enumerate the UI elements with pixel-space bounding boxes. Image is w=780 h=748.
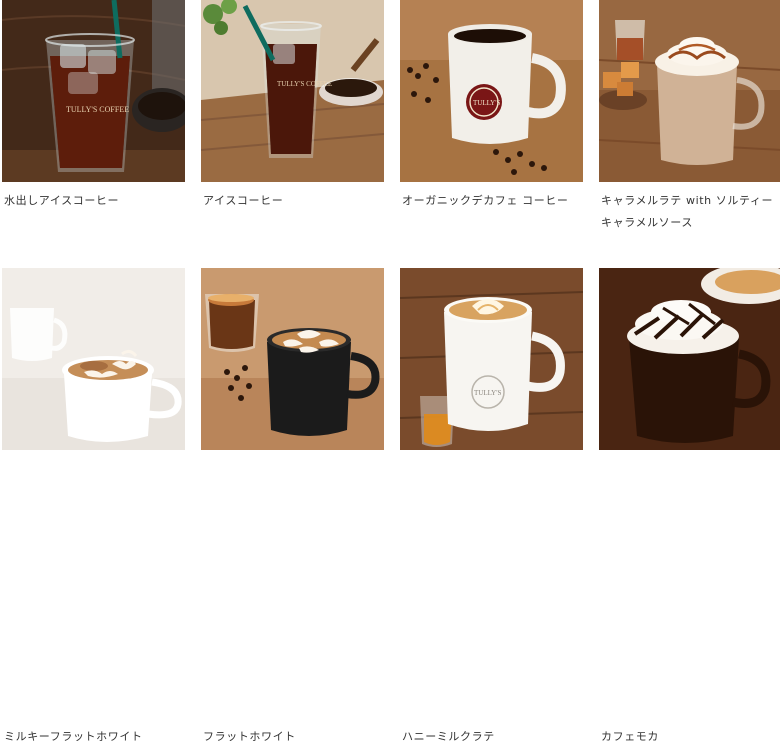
svg-text:TULLY'S COFFEE: TULLY'S COFFEE — [66, 105, 129, 114]
milky-flat-white-image[interactable] — [2, 268, 185, 450]
svg-text:TULLY'S COFFEE: TULLY'S COFFEE — [277, 80, 332, 88]
menu-item-label: オーガニックデカフェ コーヒー — [402, 194, 569, 207]
svg-text:TULLY'S: TULLY'S — [473, 99, 500, 107]
menu-item-label: ミルキーフラットホワイト — [4, 730, 143, 743]
cafe-mocha-image[interactable] — [599, 268, 780, 450]
menu-item-label: 水出しアイスコーヒー — [4, 194, 120, 207]
menu-item-label: カフェモカ — [601, 730, 659, 743]
menu-item-label: ハニーミルクラテ — [402, 730, 495, 743]
organic-decaf-coffee-mug-image[interactable]: TULLY'S — [400, 0, 583, 182]
menu-item-label: アイスコーヒー — [203, 194, 284, 207]
svg-text:TULLY'S: TULLY'S — [474, 389, 501, 397]
menu-item-label: フラットホワイト — [203, 730, 296, 743]
cold-brew-iced-coffee-image[interactable]: TULLY'S COFFEE — [2, 0, 185, 182]
flat-white-image[interactable] — [201, 268, 384, 450]
caramel-latte-image[interactable] — [599, 0, 780, 182]
iced-coffee-image[interactable]: TULLY'S COFFEE — [201, 0, 384, 182]
menu-item-label: キャラメルラテ with ソルティーキャラメルソース — [601, 194, 774, 229]
menu-grid: TULLY'S COFFEE 水出しアイスコーヒー TULLY'S COFFEE… — [0, 0, 780, 743]
honey-milk-latte-image[interactable]: TULLY'S — [400, 268, 583, 450]
